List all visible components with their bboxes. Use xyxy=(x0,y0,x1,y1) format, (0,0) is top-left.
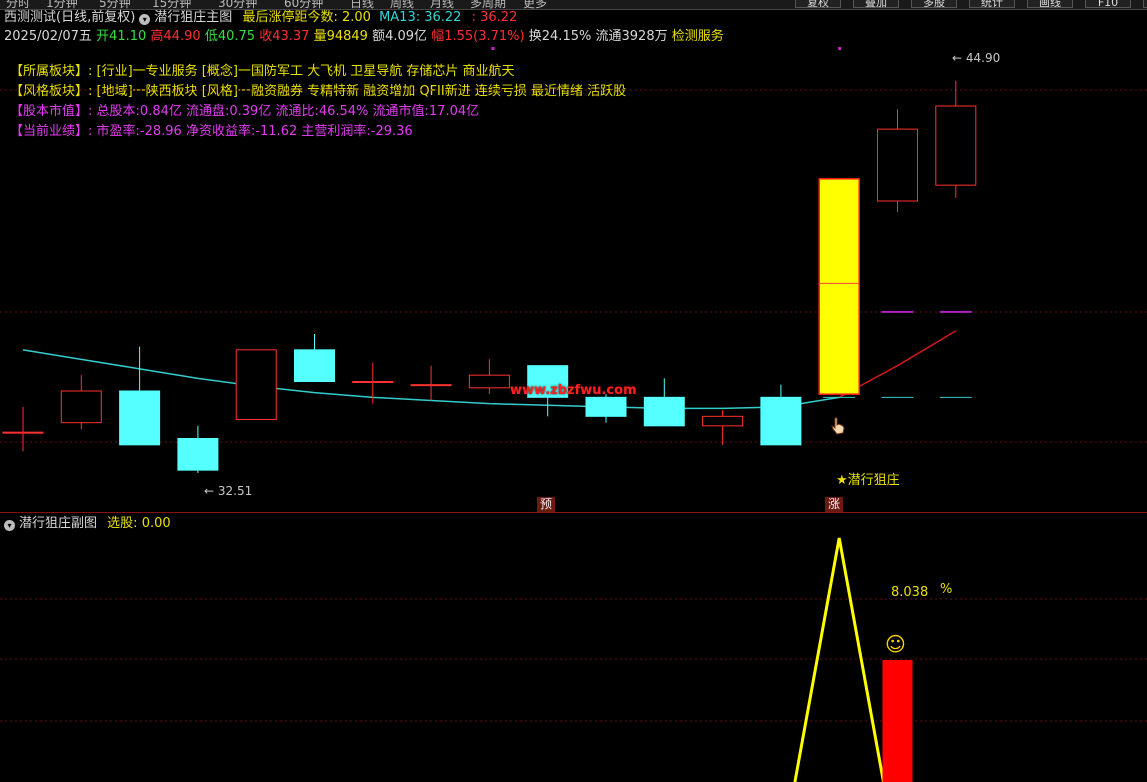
percent-value: 8.038 xyxy=(891,585,929,600)
candle-body-6 xyxy=(352,381,394,383)
candle-body-15 xyxy=(877,128,918,202)
candle-body-7 xyxy=(410,384,452,387)
sub-signal-bar xyxy=(882,660,913,782)
candle-body-12 xyxy=(702,415,744,427)
candle-body-14 xyxy=(818,178,860,395)
main-candlestick-chart[interactable] xyxy=(0,0,1147,512)
low-mark-label: ← 32.51 xyxy=(204,484,253,498)
candle-body-5 xyxy=(294,349,335,383)
high-mark-label: ← 44.90 xyxy=(952,51,1001,65)
candle-body-8 xyxy=(468,374,510,389)
smile-icon: ☺ xyxy=(885,632,906,656)
pre-marker: 预 xyxy=(537,497,556,512)
percent-sign: % xyxy=(940,582,953,597)
sub-signal-line xyxy=(793,537,885,782)
candle-body-10 xyxy=(585,396,627,417)
sub-indicator-chart[interactable] xyxy=(0,513,1147,782)
magenta-dot-0 xyxy=(491,47,495,50)
candle-body-4 xyxy=(235,349,277,421)
candle-body-11 xyxy=(643,396,685,427)
candle-body-13 xyxy=(760,396,802,446)
candle-body-0 xyxy=(2,431,44,434)
up-marker: 涨 xyxy=(825,497,844,512)
signal-label: ★潜行狙庄 xyxy=(836,473,900,488)
candle-body-3 xyxy=(177,438,219,471)
candle-body-16 xyxy=(935,105,977,186)
magenta-dot-1 xyxy=(838,47,842,50)
candle-body-1 xyxy=(60,390,102,424)
hand-cursor-icon xyxy=(831,417,845,435)
candle-body-2 xyxy=(119,390,161,446)
watermark-text: www.zbzfwu.com xyxy=(510,383,637,398)
